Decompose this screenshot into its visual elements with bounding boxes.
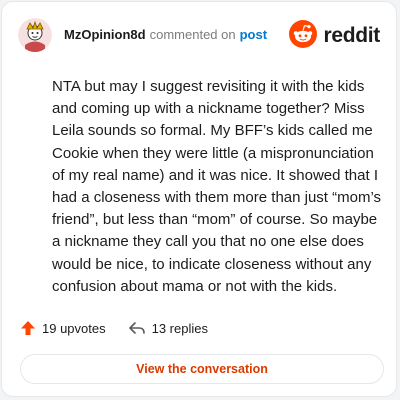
upvote-arrow-icon <box>20 320 36 336</box>
reddit-logo-icon <box>289 19 318 53</box>
comment-body: NTA but may I suggest revisiting it with… <box>52 78 382 295</box>
user-avatar[interactable] <box>18 18 52 52</box>
comment-header: MzOpinion8d commented on post reddit <box>18 16 380 56</box>
view-conversation-button[interactable]: View the conversation <box>20 354 384 384</box>
reply-arrow-icon <box>128 320 146 336</box>
action-text: commented on <box>149 27 236 42</box>
reddit-wordmark: reddit <box>323 24 380 47</box>
upvotes-stat[interactable]: 19 upvotes <box>20 320 106 336</box>
comment-meta: MzOpinion8d commented on post <box>64 27 267 42</box>
comment-card: MzOpinion8d commented on post reddit NTA… <box>1 1 397 397</box>
replies-label: 13 replies <box>151 320 208 336</box>
upvotes-label: 19 upvotes <box>42 320 106 336</box>
post-link[interactable]: post <box>240 27 267 42</box>
comment-stats: 19 upvotes 13 replies <box>20 317 208 339</box>
replies-stat[interactable]: 13 replies <box>128 320 208 336</box>
username[interactable]: MzOpinion8d <box>64 27 146 42</box>
reddit-brand[interactable]: reddit <box>289 19 380 53</box>
